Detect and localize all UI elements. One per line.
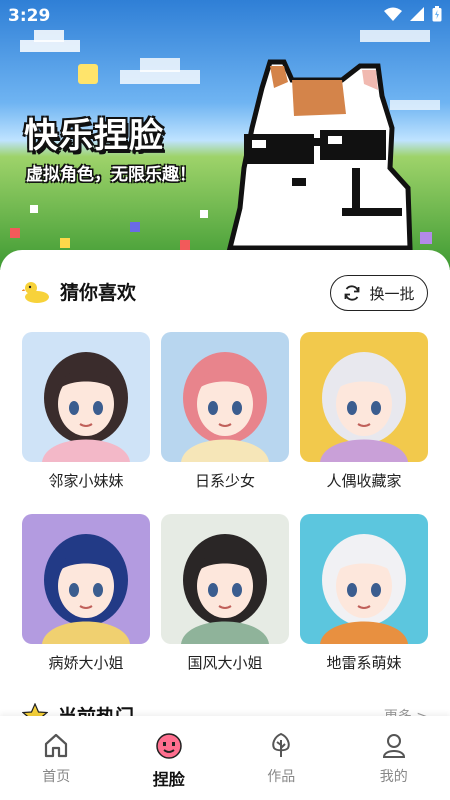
character-thumbnail[interactable]: [161, 332, 289, 462]
refresh-label: 换一批: [369, 284, 415, 303]
recommend-title: 猜你喜欢: [60, 282, 137, 304]
tab-mine[interactable]: 我的: [338, 716, 450, 800]
pixel-cat-illustration: [226, 59, 413, 250]
status-bar: 3:29: [0, 0, 450, 34]
tab-works[interactable]: 作品: [225, 716, 338, 800]
tab-face[interactable]: 捏脸: [113, 716, 226, 800]
character-label: 人偶收藏家: [326, 472, 402, 490]
status-icons: [384, 6, 442, 22]
hero-banner[interactable]: 3:29 快乐捏脸 虚拟角色，无限乐趣！: [0, 0, 450, 270]
character-thumbnail[interactable]: [161, 514, 289, 644]
character-card[interactable]: 病娇大小姐: [22, 514, 150, 673]
character-label: 日系少女: [194, 472, 255, 490]
tab-face-label: 捏脸: [152, 770, 185, 789]
character-card[interactable]: 国风大小姐: [161, 514, 289, 673]
signal-icon: [410, 7, 424, 21]
character-card[interactable]: 邻家小妹妹: [22, 332, 150, 491]
character-label: 国风大小姐: [187, 654, 263, 672]
home-icon: [45, 733, 68, 758]
character-label: 病娇大小姐: [48, 654, 124, 672]
refresh-button[interactable]: 换一批: [330, 275, 428, 311]
duck-icon: [22, 281, 49, 303]
tab-mine-label: 我的: [379, 769, 408, 785]
tab-home[interactable]: 首页: [0, 716, 113, 800]
character-thumbnail[interactable]: [300, 514, 428, 644]
character-card[interactable]: 地雷系萌妹: [300, 514, 428, 673]
character-card[interactable]: 日系少女: [161, 332, 289, 491]
refresh-icon: [345, 285, 360, 301]
character-card[interactable]: 人偶收藏家: [300, 332, 428, 491]
user-icon: [382, 734, 405, 758]
character-thumbnail[interactable]: [22, 332, 150, 462]
tab-works-label: 作品: [267, 769, 296, 785]
bottom-tab-bar: 首页 捏脸 作品 我的: [0, 716, 450, 800]
banner-subtitle: 虚拟角色，无限乐趣！: [26, 165, 196, 185]
character-label: 邻家小妹妹: [48, 472, 124, 490]
status-time: 3:29: [8, 6, 51, 26]
banner-title: 快乐捏脸: [24, 116, 164, 156]
wifi-icon: [384, 7, 402, 21]
recommend-header: 猜你喜欢: [22, 278, 136, 305]
character-label: 地雷系萌妹: [326, 654, 402, 672]
content-card: 猜你喜欢 换一批 邻家小妹妹 日系少女 人偶收藏家 病娇大小姐 国风大小姐 地雷…: [0, 250, 450, 730]
character-thumbnail[interactable]: [22, 514, 150, 644]
tab-home-label: 首页: [42, 769, 71, 785]
character-thumbnail[interactable]: [300, 332, 428, 462]
face-icon: [156, 733, 182, 759]
battery-icon: [432, 6, 442, 22]
tree-icon: [272, 732, 290, 757]
